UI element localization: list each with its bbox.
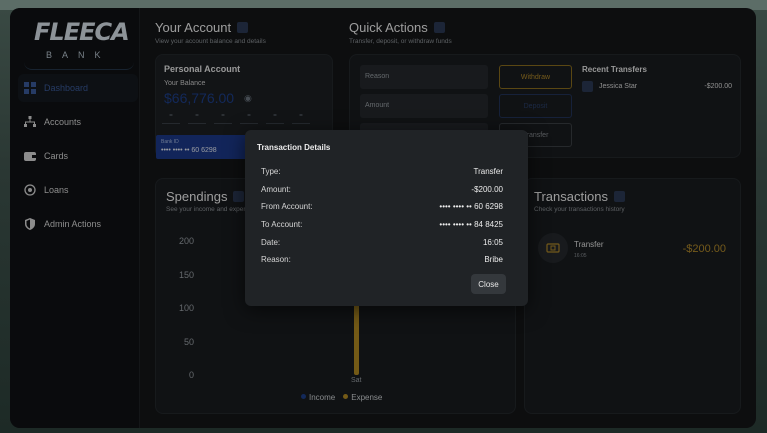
detail-row: Date: 16:05	[261, 238, 503, 250]
bank-app-window: FLEECA BANK Dashboard Accounts Cards Loa…	[10, 8, 756, 428]
detail-key: Date:	[261, 238, 281, 247]
transaction-details-modal: Transaction Details Type: Transfer Amount…	[245, 130, 528, 306]
detail-row: Amount: -$200.00	[261, 185, 503, 197]
detail-row: To Account: •••• •••• •• 84 8425	[261, 220, 503, 232]
modal-title: Transaction Details	[257, 143, 331, 152]
detail-value: 16:05	[482, 238, 503, 247]
detail-key: Type:	[261, 167, 281, 176]
detail-row: From Account: •••• •••• •• 60 6298	[261, 202, 503, 214]
detail-row: Type: Transfer	[261, 167, 503, 179]
detail-key: Reason:	[261, 255, 291, 264]
detail-value: Bribe	[484, 255, 503, 264]
detail-value: •••• •••• •• 60 6298	[439, 202, 503, 211]
detail-key: From Account:	[261, 202, 313, 211]
close-button[interactable]: Close	[471, 274, 506, 294]
detail-row: Reason: Bribe	[261, 255, 503, 267]
detail-key: Amount:	[261, 185, 291, 194]
detail-key: To Account:	[261, 220, 303, 229]
detail-value: Transfer	[473, 167, 504, 176]
detail-value: •••• •••• •• 84 8425	[439, 220, 503, 229]
detail-value: -$200.00	[471, 185, 503, 194]
